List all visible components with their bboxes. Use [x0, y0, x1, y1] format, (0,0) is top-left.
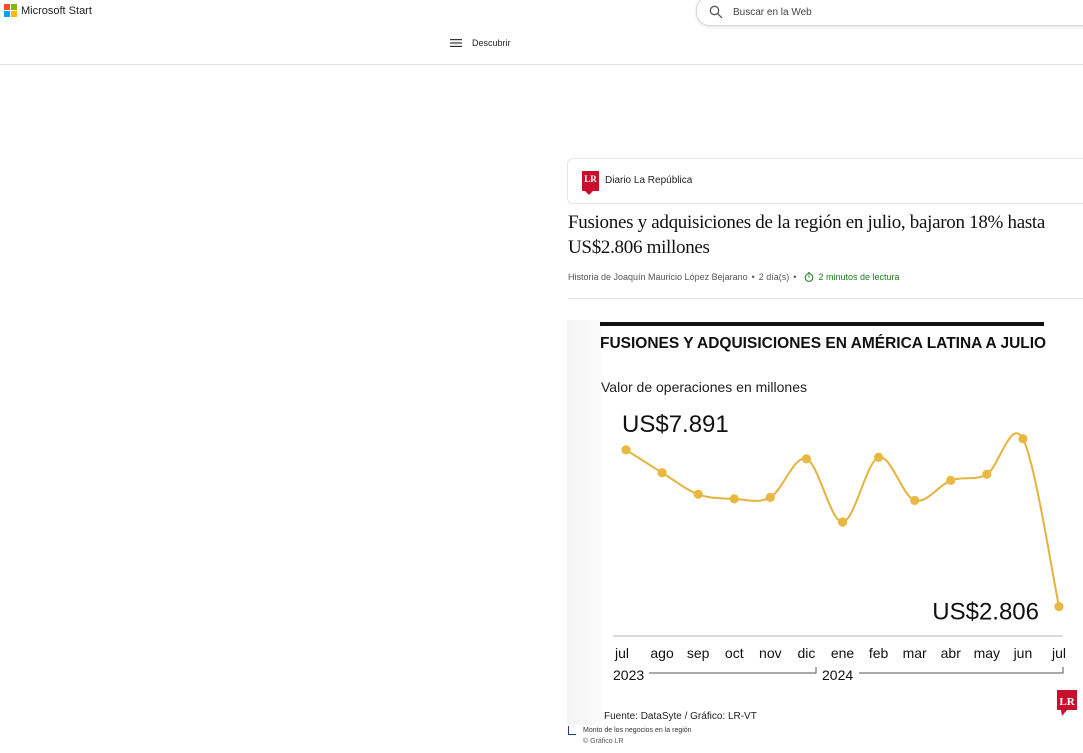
discover-label: Descubrir: [472, 38, 511, 48]
chart-subtitle: Valor de operaciones en millones: [601, 379, 807, 395]
article-age: 2 día(s): [758, 272, 790, 282]
x-tick-label: jun: [1013, 645, 1033, 661]
search-box[interactable]: [696, 0, 1083, 26]
hamburger-menu-icon: [450, 39, 462, 47]
byline-separator: •: [793, 272, 797, 282]
annotation-layer: US$7.891 US$2.806: [622, 411, 1039, 626]
read-time: 2 minutos de lectura: [818, 272, 900, 282]
data-point-1: [657, 468, 667, 478]
value-annotation: US$7.891: [622, 411, 729, 438]
data-point-4: [765, 492, 775, 502]
x-tick-label: ene: [831, 645, 855, 661]
x-tick-label: abr: [941, 645, 962, 661]
byline-separator: •: [751, 272, 755, 282]
x-tick-label: dic: [797, 645, 815, 661]
data-point-8: [910, 495, 920, 506]
x-tick-label: nov: [759, 645, 782, 661]
publisher-logo: LR: [582, 171, 599, 195]
year-label-2023: 2023: [613, 667, 644, 683]
series-layer: [621, 432, 1064, 612]
top-bar: Microsoft Start Descubrir: [0, 0, 1083, 65]
x-tick-label: jul: [614, 645, 629, 661]
x-tick-label: may: [974, 645, 1000, 661]
data-point-11: [1018, 434, 1028, 444]
caption-marker: [568, 726, 576, 735]
brand-link[interactable]: Microsoft Start: [4, 4, 92, 17]
line-chart: FUSIONES Y ADQUISICIONES EN AMÉRICA LATI…: [600, 322, 1077, 722]
figure-copyright: © Gráfico LR: [583, 738, 624, 745]
publisher-card[interactable]: LR Diario La República: [567, 158, 1083, 204]
article-chart-figure[interactable]: FUSIONES Y ADQUISICIONES EN AMÉRICA LATI…: [567, 320, 1083, 725]
chart-top-rule: [600, 322, 1044, 326]
search-input[interactable]: [733, 5, 1033, 19]
article-title: Fusiones y adquisiciones de la región en…: [568, 212, 1046, 258]
chart-title: FUSIONES Y ADQUISICIONES EN AMÉRICA LATI…: [600, 335, 1046, 352]
data-point-0: [621, 445, 631, 455]
year-label-2024: 2024: [822, 667, 853, 683]
data-point-12: [1054, 601, 1064, 612]
search-icon: [709, 5, 723, 19]
timer-icon: [805, 272, 814, 282]
chart-source: Fuente: DataSyte / Gráfico: LR-VT: [604, 711, 757, 722]
value-annotation: US$2.806: [932, 599, 1039, 626]
x-tick-label: sep: [687, 645, 710, 661]
x-tick-label: mar: [903, 645, 927, 661]
x-tick-label: oct: [725, 645, 744, 661]
microsoft-logo-icon: [4, 4, 17, 17]
year-bracket-2024: [859, 667, 1064, 674]
x-tick-label: jul: [1051, 645, 1066, 661]
x-tick-label: ago: [650, 645, 674, 661]
data-point-5: [801, 454, 812, 464]
data-point-6: [837, 517, 848, 527]
author[interactable]: Historia de Joaquín Mauricio López Bejar…: [568, 272, 748, 282]
brand-name: Microsoft Start: [21, 4, 92, 17]
article-byline: Historia de Joaquín Mauricio López Bejar…: [568, 272, 899, 282]
data-point-10: [982, 469, 992, 479]
data-point-2: [693, 489, 703, 499]
data-point-7: [873, 452, 884, 462]
x-tick-label: feb: [869, 645, 889, 661]
figure-caption: Monto de los negocios en la región: [583, 727, 692, 734]
publisher-name: Diario La República: [605, 175, 693, 186]
data-point-9: [946, 475, 956, 485]
chart-logo-text: LR: [1059, 696, 1075, 708]
divider: [568, 298, 1083, 299]
x-axis: jul ago sep oct nov dic ene feb mar abr may jun jul 2…: [613, 635, 1066, 683]
year-bracket-2023: [649, 667, 817, 674]
chart-lr-logo: LR: [1057, 690, 1077, 716]
data-point-3: [729, 494, 739, 504]
discover-menu-button[interactable]: Descubrir: [450, 38, 511, 48]
